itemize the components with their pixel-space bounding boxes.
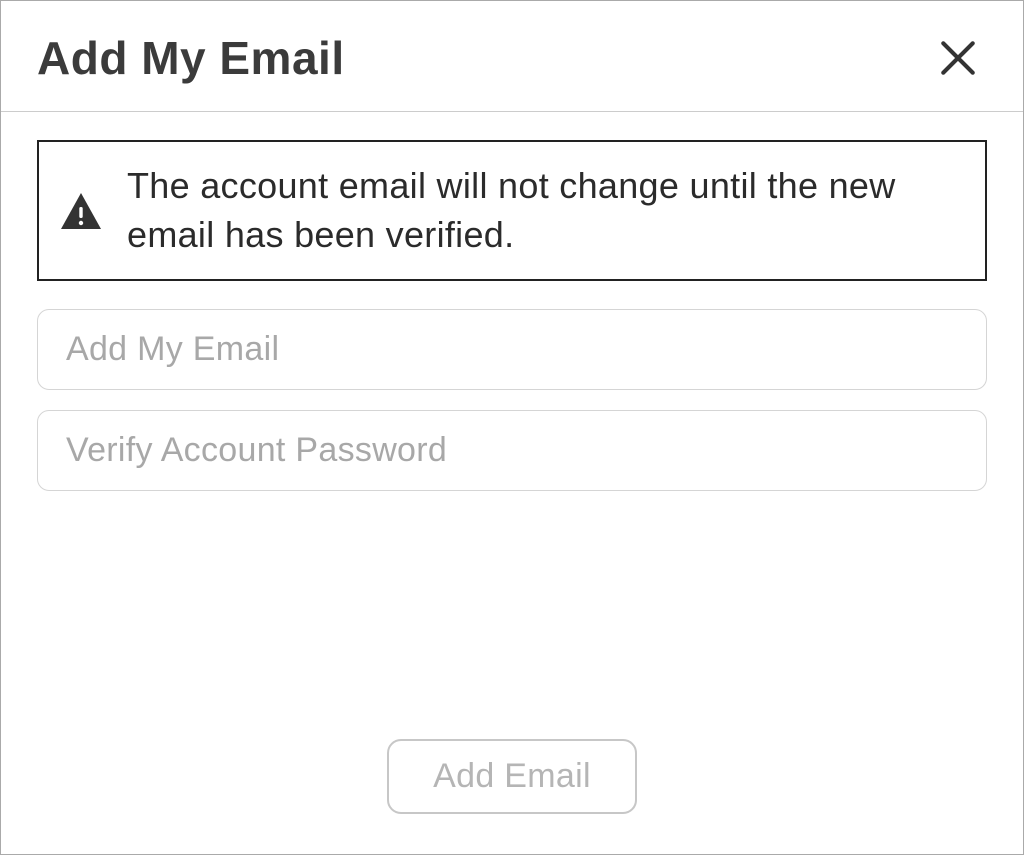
dialog-footer: Add Email <box>1 699 1023 854</box>
add-email-dialog: Add My Email The account email will not … <box>0 0 1024 855</box>
password-input[interactable] <box>37 410 987 491</box>
warning-message: The account email will not change until … <box>127 162 957 259</box>
warning-icon <box>59 191 103 231</box>
close-icon <box>937 37 979 79</box>
email-input[interactable] <box>37 309 987 390</box>
dialog-title: Add My Email <box>37 31 345 85</box>
dialog-body: The account email will not change until … <box>1 112 1023 699</box>
dialog-header: Add My Email <box>1 1 1023 112</box>
close-button[interactable] <box>929 29 987 87</box>
add-email-button[interactable]: Add Email <box>387 739 637 814</box>
warning-box: The account email will not change until … <box>37 140 987 281</box>
